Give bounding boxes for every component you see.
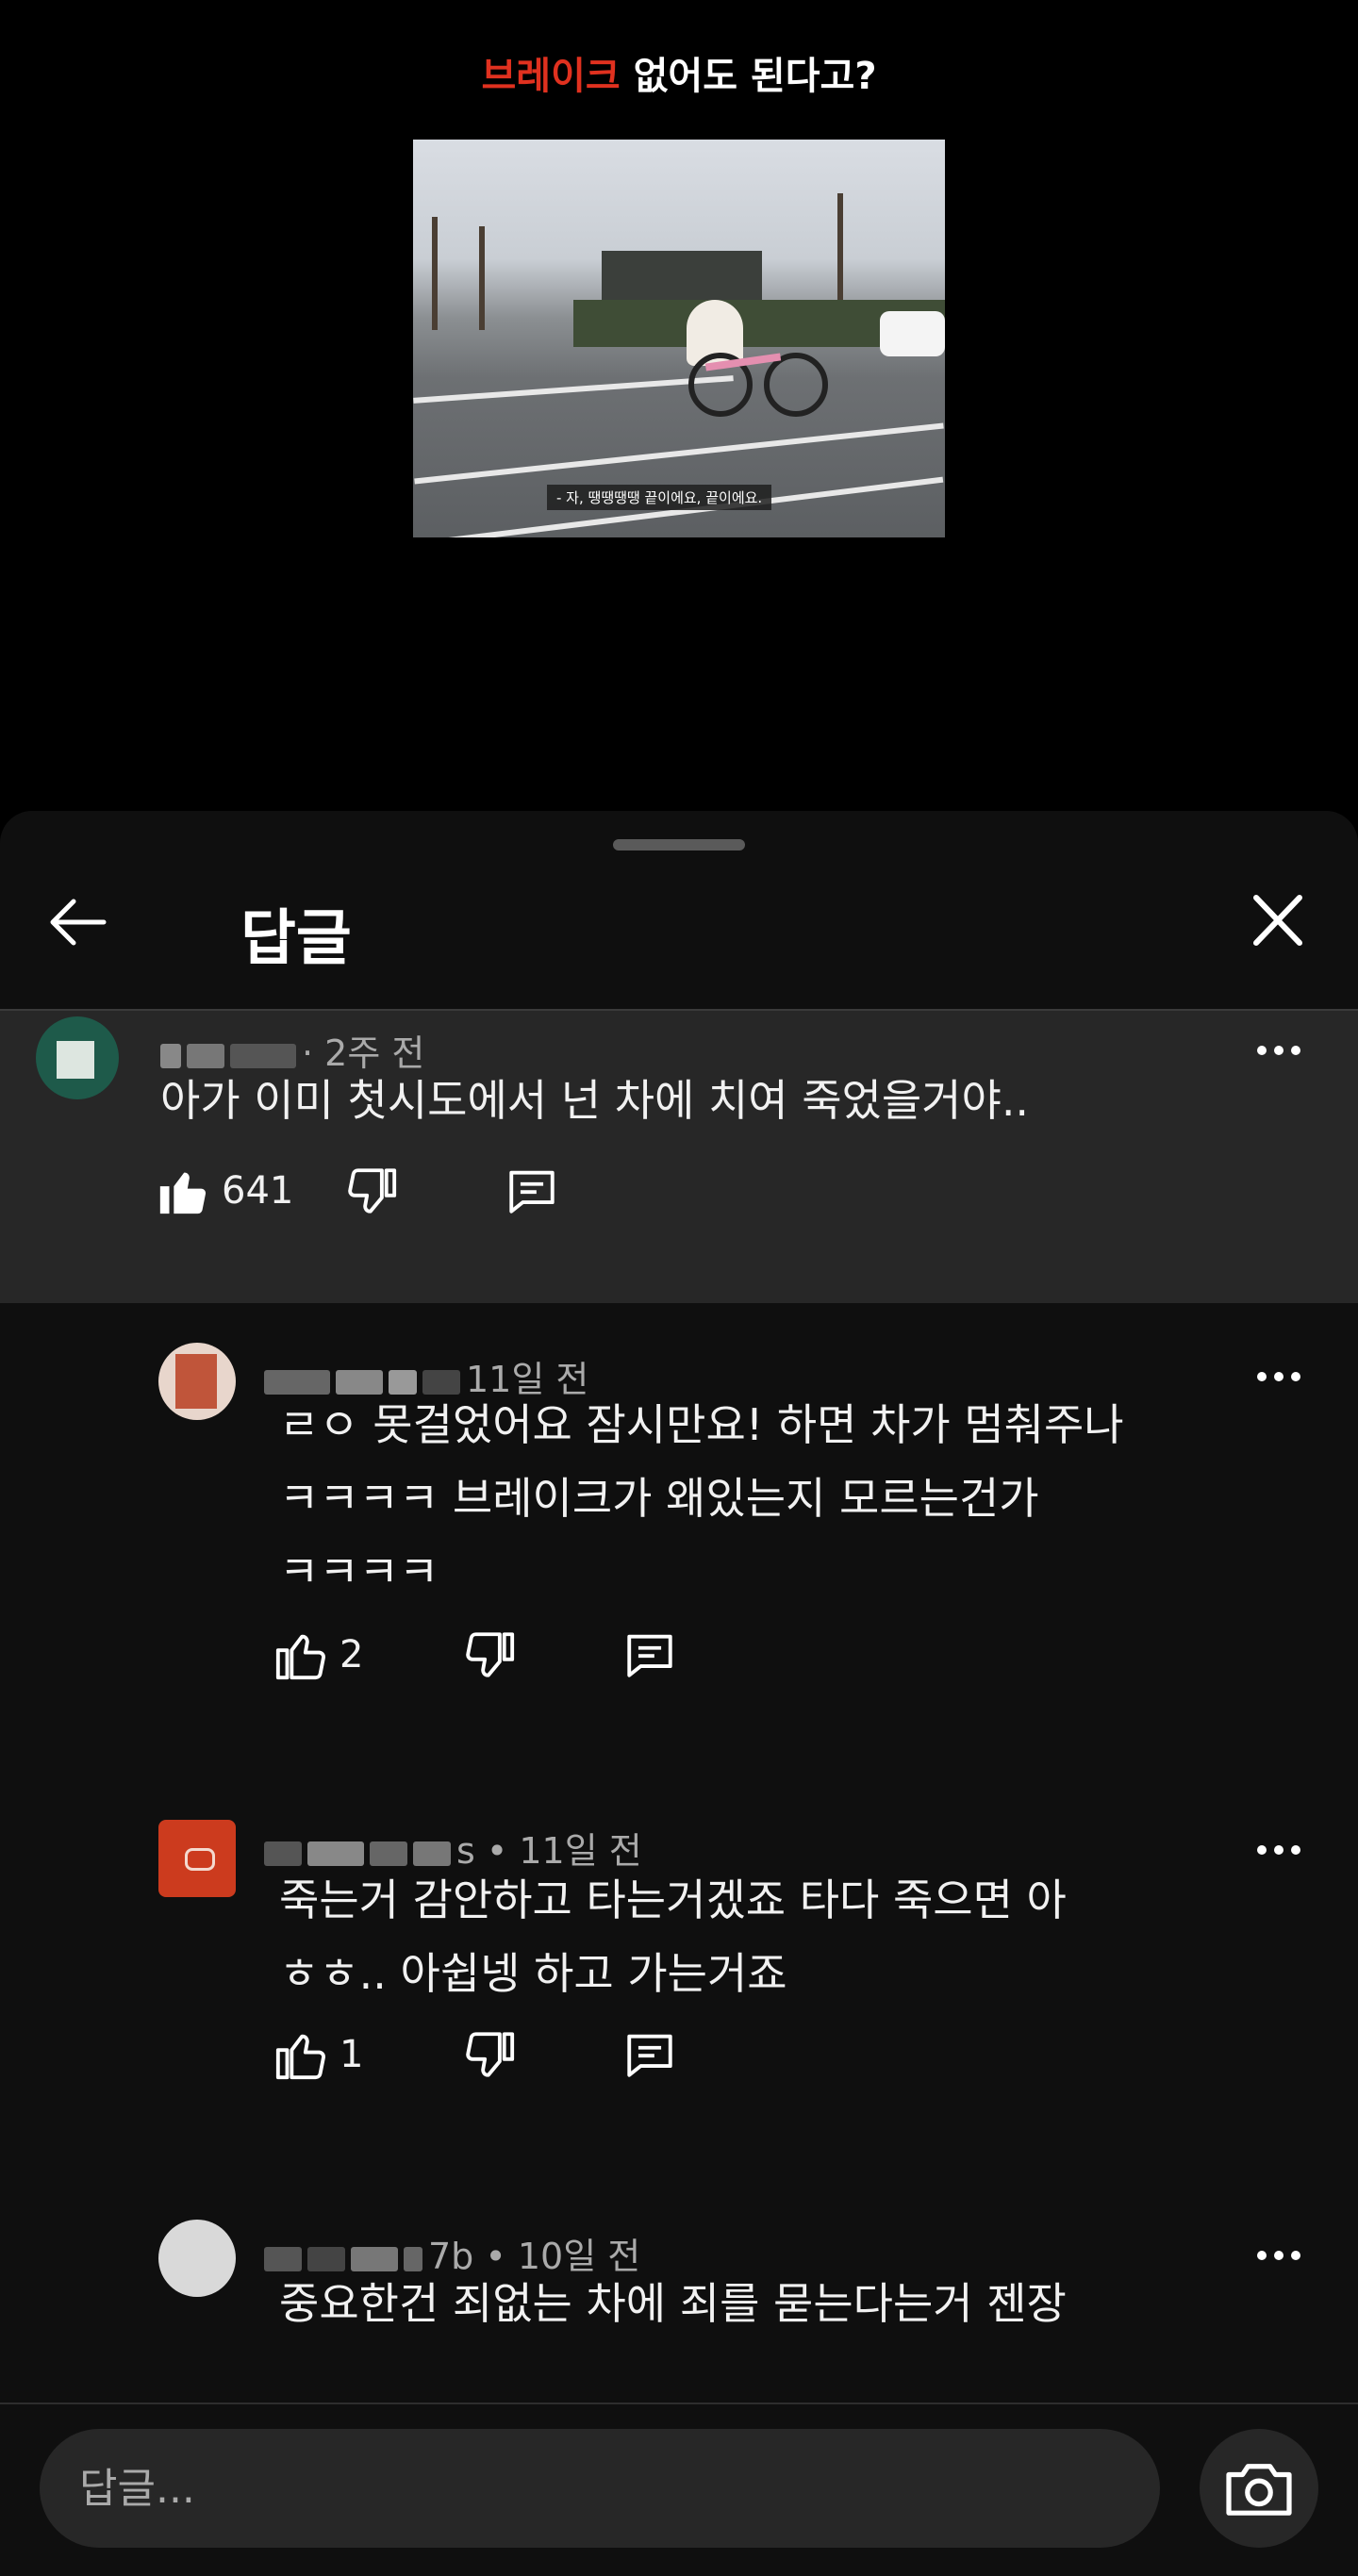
avatar-glyph (57, 1041, 94, 1079)
reply-button[interactable] (622, 2022, 677, 2088)
more-options-button[interactable] (1252, 1041, 1305, 1079)
sheet-title: 답글 (240, 904, 352, 974)
camera-icon (1226, 2464, 1292, 2516)
video-player[interactable]: - 자, 땡땡땡땡 끝이에요, 끝이에요. (413, 140, 945, 537)
like-count: 2 (340, 1633, 364, 1676)
reply-comment: 7b • 10일 전 중요한건 죄없는 차에 죄를 묻는다는거 젠장 (0, 2216, 1358, 2404)
sheet-header: 답글 (0, 867, 1358, 974)
avatar[interactable] (36, 1016, 119, 1099)
avatar-glyph (185, 1848, 215, 1871)
thumbs-down-icon (348, 1168, 397, 1214)
avatar[interactable] (158, 2220, 236, 2297)
comment-text: 죽는거 감안하고 타는거겠죠 타다 죽으면 아 ㅎㅎ.. 아쉽넹 하고 가는거죠 (279, 1874, 1067, 1999)
thumbs-down-icon (466, 2032, 515, 2077)
dislike-button[interactable] (344, 1158, 399, 1224)
like-button[interactable]: 641 (156, 1158, 293, 1224)
comment-text: 중요한건 죄없는 차에 죄를 묻는다는거 젠장 (279, 2278, 1067, 2329)
comment-actions: 641 (156, 1158, 571, 1224)
reply-comment: s • 11일 전 죽는거 감안하고 타는거겠죠 타다 죽으면 아 ㅎㅎ.. 아… (0, 1810, 1358, 2188)
camera-button[interactable] (1200, 2429, 1318, 2548)
reply-comment: 11일 전 ㄹㅇ 못걸었어요 잠시만요! 하면 차가 멈춰주나 ㅋㅋㅋㅋ 브레이… (0, 1339, 1358, 1792)
avatar-glyph (175, 1354, 217, 1409)
comment-text: ㄹㅇ 못걸었어요 잠시만요! 하면 차가 멈춰주나 ㅋㅋㅋㅋ 브레이크가 왜있는… (279, 1399, 1124, 1597)
more-vertical-icon (1257, 1845, 1300, 1855)
drag-handle[interactable] (613, 839, 745, 850)
more-options-button[interactable] (1252, 1841, 1305, 1878)
scene-tree (432, 217, 438, 330)
reply-input[interactable] (40, 2429, 1160, 2548)
scene-road-line (413, 375, 734, 404)
more-options-button[interactable] (1252, 1367, 1305, 1405)
like-count: 641 (222, 1169, 294, 1213)
comment-actions: 1 (273, 2022, 688, 2088)
video-title: 브레이크 없어도 된다고? (0, 45, 1358, 100)
like-count: 1 (340, 2033, 364, 2076)
dislike-button[interactable] (462, 1622, 517, 1688)
back-button[interactable] (45, 894, 121, 950)
scene-road-line (414, 422, 944, 485)
comment-actions: 2 (273, 1622, 688, 1688)
close-button[interactable] (1245, 894, 1311, 950)
video-subtitle: - 자, 땡땡땡땡 끝이에요, 끝이에요. (547, 485, 772, 510)
reply-comment-icon (509, 1170, 555, 1214)
more-vertical-icon (1257, 1372, 1300, 1381)
reply-button[interactable] (622, 1622, 677, 1688)
video-title-rest: 없어도 된다고? (620, 55, 877, 98)
comment-text: 아가 이미 첫시도에서 넌 차에 치여 죽었을거야.. (160, 1075, 1030, 1126)
video-title-highlight: 브레이크 (481, 55, 621, 98)
avatar[interactable] (158, 1820, 236, 1897)
like-button[interactable]: 2 (273, 1622, 363, 1688)
replies-sheet: 답글 · 2주 전 아가 이미 첫시도에서 넌 차에 치여 죽었을거야.. 64… (0, 811, 1358, 2574)
close-icon (1253, 895, 1302, 946)
author-redacted (264, 1841, 302, 1866)
like-button[interactable]: 1 (273, 2022, 363, 2088)
reply-composer (0, 2403, 1358, 2576)
more-vertical-icon (1257, 1046, 1300, 1055)
author-redacted (413, 1841, 451, 1866)
author-redacted (370, 1841, 407, 1866)
thumbs-up-icon (159, 1172, 207, 1214)
scene-car (880, 311, 945, 356)
video-area: 브레이크 없어도 된다고? - 자, 땡땡땡땡 끝이에요, 끝이에요. (0, 0, 1358, 811)
scene-tree (479, 226, 485, 330)
dislike-button[interactable] (462, 2022, 517, 2088)
reply-comment-icon (627, 2034, 672, 2077)
thumbs-up-icon (275, 2034, 325, 2080)
avatar[interactable] (158, 1343, 236, 1420)
author-redacted (307, 1841, 364, 1866)
thumbs-down-icon (466, 1632, 515, 1677)
thumbs-up-icon (275, 1634, 325, 1680)
more-options-button[interactable] (1252, 2246, 1305, 2284)
reply-button[interactable] (505, 1158, 559, 1224)
arrow-left-icon (50, 899, 107, 946)
more-vertical-icon (1257, 2251, 1300, 2260)
parent-comment: · 2주 전 아가 이미 첫시도에서 넌 차에 치여 죽었을거야.. 641 (0, 1011, 1358, 1303)
reply-comment-icon (627, 1634, 672, 1677)
scene-bike-wheel (764, 353, 828, 417)
